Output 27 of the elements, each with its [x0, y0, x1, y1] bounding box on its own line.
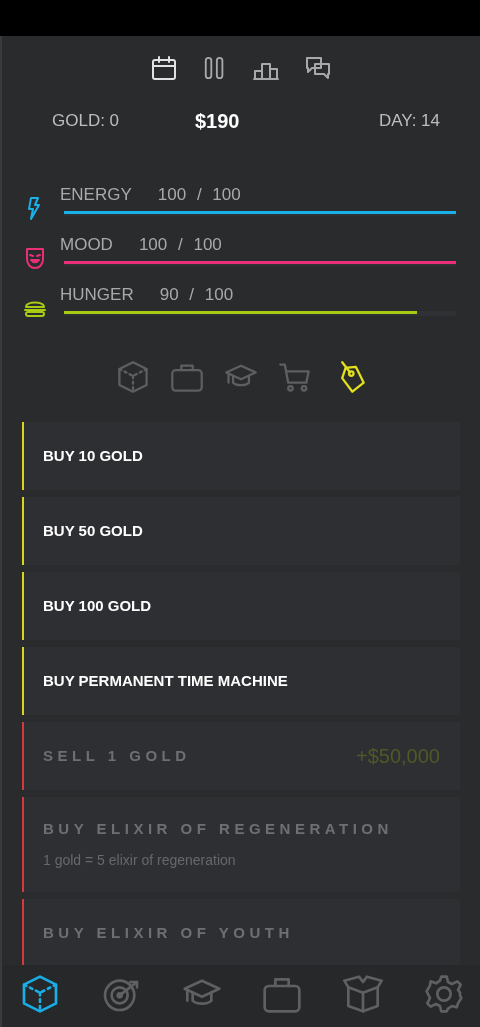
stat-label: MOOD: [60, 235, 113, 255]
gear-icon[interactable]: [424, 974, 464, 1014]
stat-label: ENERGY: [60, 185, 132, 205]
shop-item[interactable]: BUY 100 GOLD: [22, 572, 460, 640]
shop-item[interactable]: BUY 50 GOLD: [22, 497, 460, 565]
shop-item[interactable]: BUY PERMANENT TIME MACHINE: [22, 647, 460, 715]
stat-label: HUNGER: [60, 285, 134, 305]
item-title: BUY PERMANENT TIME MACHINE: [43, 670, 288, 691]
box-icon[interactable]: [343, 974, 384, 1014]
stat-reading: 100 / 100: [157, 185, 241, 205]
shop-item[interactable]: BUY 10 GOLD: [22, 422, 460, 490]
item-title: SELL 1 GOLD: [43, 745, 191, 766]
stat-reading: 100 / 100: [138, 235, 222, 255]
item-title: BUY 10 GOLD: [43, 445, 143, 466]
stat-reading: 90 / 100: [159, 285, 234, 305]
shopping-cart-icon[interactable]: [278, 360, 312, 394]
item-subtitle: 1 gold = 5 elixir of regeneration: [43, 851, 237, 871]
chat-icon[interactable]: [305, 55, 331, 81]
item-title: BUY ELIXIR OF REGENERATION: [43, 818, 393, 839]
cube-icon[interactable]: [20, 974, 60, 1014]
calendar-icon[interactable]: [151, 55, 177, 81]
holdings-count: GOLD: 0: [52, 110, 121, 133]
item-title: BUY 50 GOLD: [43, 520, 143, 541]
item-title: BUY ELIXIR OF YOUTH: [43, 922, 294, 943]
money-amount: $190: [195, 109, 241, 134]
item-title: BUY 100 GOLD: [43, 595, 152, 616]
day-count: DAY: 14: [378, 110, 440, 133]
